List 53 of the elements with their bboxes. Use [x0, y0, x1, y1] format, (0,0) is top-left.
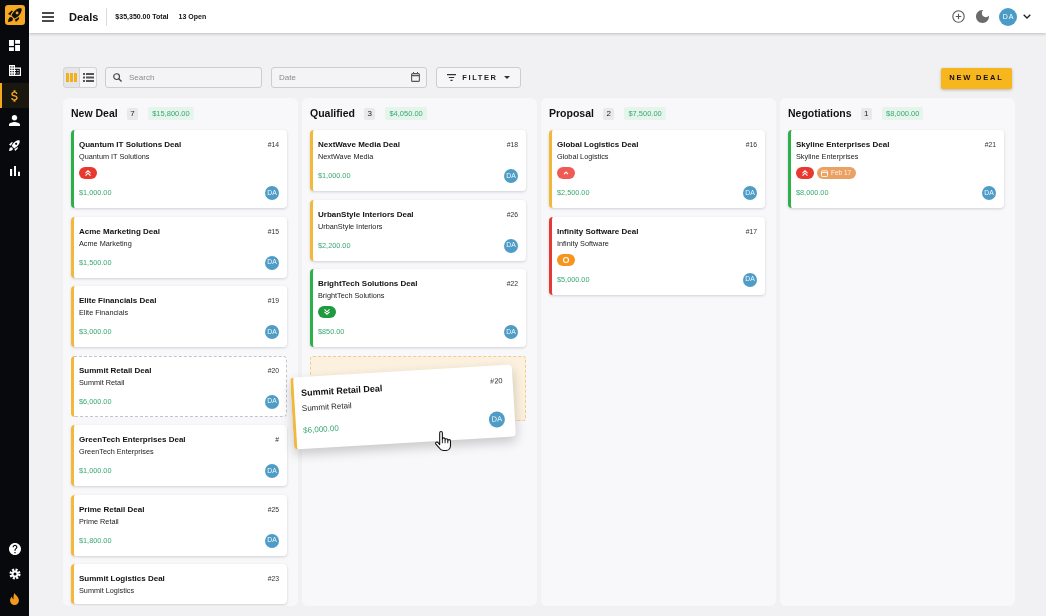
add-circle-icon[interactable]: [952, 10, 965, 23]
menu-button[interactable]: [42, 11, 54, 22]
calendar-icon[interactable]: [411, 72, 420, 82]
deal-title: GreenTech Enterprises Deal: [79, 434, 186, 445]
dollar-icon: [11, 89, 18, 102]
deal-count: 2: [602, 107, 615, 120]
company-name: Summit Retail: [301, 400, 353, 414]
deal-amount: $6,000.00: [302, 423, 340, 436]
sidebar-nav-button[interactable]: [0, 83, 29, 108]
deal-title: NextWave Media Deal: [318, 139, 400, 150]
column-title: Negotiations: [788, 107, 852, 120]
search-field[interactable]: Search: [105, 67, 262, 88]
menu-icon: [42, 11, 54, 22]
rocket-logo-icon[interactable]: [5, 5, 25, 25]
caret-down-icon: [503, 76, 510, 79]
deal-title: Quantum IT Solutions Deal: [79, 139, 182, 150]
dashboard-icon: [9, 40, 20, 51]
deal-title: UrbanStyle Interiors Deal: [318, 208, 414, 220]
deal-title: BrightTech Solutions Deal: [318, 278, 418, 289]
column-title: Proposal: [549, 107, 594, 120]
filter-icon: [447, 74, 457, 81]
help-icon: [8, 542, 21, 555]
page-title: Deals: [69, 9, 99, 24]
chevron-down-icon[interactable]: [1023, 14, 1031, 19]
calendar-icon: [821, 169, 828, 177]
deal-title: Infinity Software Deal: [557, 225, 639, 237]
deal-title: Acme Marketing Deal: [79, 225, 160, 237]
deal-title: Summit Retail Deal: [300, 382, 383, 399]
date-field[interactable]: Date: [271, 67, 427, 88]
view-toggle-button[interactable]: [63, 67, 80, 88]
deal-count: 7: [126, 107, 139, 120]
deal-title: Summit Retail Deal: [79, 364, 152, 376]
deal-title: Summit Logistics Deal: [79, 573, 165, 584]
deal-count: 3: [363, 107, 376, 120]
flame-icon: [9, 592, 20, 605]
moon-icon[interactable]: [976, 10, 989, 23]
deal-title: Global Logistics Deal: [557, 139, 639, 150]
deal-count: 1: [860, 107, 873, 120]
rocket-icon: [9, 140, 20, 151]
column-title: Qualified: [310, 107, 355, 120]
view-toggle-button[interactable]: [80, 67, 97, 88]
bar-chart-icon: [9, 165, 20, 176]
deal-title: Elite Financials Deal: [79, 295, 157, 306]
person-icon: [9, 115, 20, 126]
settings-icon: [8, 567, 21, 580]
hand-cursor-icon: [435, 430, 453, 452]
columns-view-icon: [66, 73, 77, 82]
list-view-icon: [82, 73, 94, 82]
column-title: New Deal: [71, 107, 118, 120]
buildings-icon: [8, 65, 21, 76]
deal-title: Prime Retail Deal: [79, 503, 145, 515]
search-icon: [113, 73, 122, 82]
deal-title: Skyline Enterprises Deal: [796, 139, 890, 150]
